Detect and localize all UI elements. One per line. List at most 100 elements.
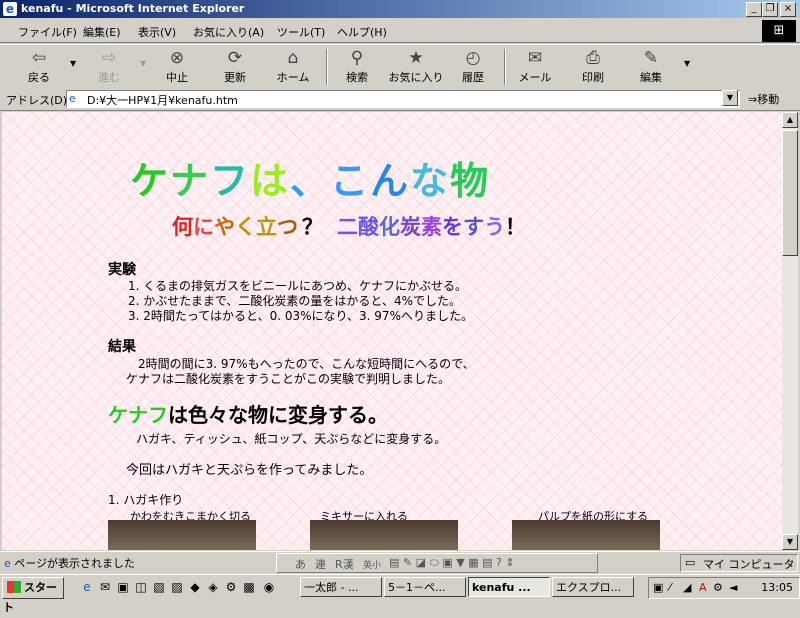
app-quicklaunch-icon[interactable]: ▣	[116, 580, 130, 594]
page-subheading: 何にやく立つ何にやく立つ？二酸化炭素をすう二酸化炭素をすう！	[172, 211, 526, 241]
this-time-line: 今回はハガキと天ぷらを作ってみました。	[126, 463, 373, 478]
stop-icon: ⊗	[169, 48, 185, 68]
menu-edit[interactable]: 編集(E)	[83, 24, 121, 40]
app-quicklaunch-icon[interactable]: ▧	[152, 580, 166, 594]
page-done-icon: e	[4, 557, 11, 570]
status-bar: e ページが表示されました あ 連 R漢 英小 ▤ ✎ ◪ ⬭ ▣ ▼ ▦ ▤ …	[0, 551, 800, 574]
scroll-down-icon[interactable]: ▼	[782, 534, 798, 550]
forward-arrow-icon: ⇨	[101, 48, 117, 68]
search-button[interactable]: ⚲ 検索	[332, 47, 382, 87]
maximize-button[interactable]: ❐	[762, 2, 778, 17]
history-icon: ◴	[465, 48, 481, 68]
menu-file[interactable]: ファイル(F)	[18, 24, 77, 40]
taskbar: スタート e ✉ ▣ ◫ ▧ ▨ ◆ ◈ ⚙ ▩ ◉ 一太郎 - ... 5－1…	[0, 574, 800, 614]
taskbar-item[interactable]: 5－1－ペ...	[384, 577, 466, 597]
back-dropdown-icon[interactable]: ▼	[70, 59, 76, 68]
transform-heading: ケナフは色々な物に変身する。	[108, 399, 388, 428]
tray-icon[interactable]: ▣	[653, 581, 663, 594]
close-button[interactable]: ×	[780, 2, 796, 17]
page-content: ケナフは、こんな物ケナフは、こんな物 何にやく立つ何にやく立つ？二酸化炭素をすう…	[2, 112, 782, 550]
title-bar[interactable]: e kenafu - Microsoft Internet Explorer _…	[0, 0, 800, 18]
ie-icon: e	[3, 2, 17, 16]
ime-mode-hiragana[interactable]: あ	[295, 556, 306, 572]
toolbar-separator	[326, 49, 328, 85]
forward-button[interactable]: ⇨ 進む	[84, 47, 134, 87]
result-title: 結果	[108, 339, 136, 355]
menu-help[interactable]: ヘルプ(H)	[337, 24, 387, 40]
photo-cutting-bark	[108, 520, 256, 550]
menu-view[interactable]: 表示(V)	[138, 24, 176, 40]
app-quicklaunch-icon[interactable]: ▩	[242, 580, 256, 594]
speaker-icon[interactable]: ◄	[729, 581, 737, 594]
kenafu-word: ケナフ	[108, 403, 168, 427]
tray-icon[interactable]: ◢	[683, 581, 691, 594]
explorer-quicklaunch-icon[interactable]: ◫	[134, 580, 148, 594]
subheading-question: ？	[302, 214, 323, 239]
subheading-exclamation: ！	[505, 214, 526, 239]
photo-mixer	[310, 520, 458, 550]
ime-mode-eng[interactable]: 英小	[363, 558, 381, 571]
tray-icon[interactable]: A	[699, 581, 707, 594]
computer-icon: ▭	[685, 556, 696, 569]
search-icon: ⚲	[350, 48, 364, 68]
window-title: kenafu - Microsoft Internet Explorer	[21, 2, 245, 15]
system-tray: ▣ ⁄ ◢ A ⚙ ◄ 13:05	[648, 577, 800, 599]
app-quicklaunch-icon[interactable]: ▨	[170, 580, 184, 594]
app-quicklaunch-icon[interactable]: ◈	[206, 580, 220, 594]
start-button[interactable]: スタート	[2, 577, 64, 614]
edit-icon: ✎	[643, 48, 659, 68]
subheading-part2-styled: 二酸化炭素をすう	[337, 214, 505, 239]
photo-pulp	[512, 520, 660, 550]
taskbar-item[interactable]: エクスプロ...	[552, 577, 634, 597]
forward-dropdown-icon[interactable]: ▼	[140, 59, 146, 68]
page-heading: ケナフは、こんな物ケナフは、こんな物	[130, 150, 490, 205]
minimize-button[interactable]: _	[746, 2, 762, 17]
app-quicklaunch-icon[interactable]: ⚙	[224, 580, 238, 594]
taskbar-item-active[interactable]: kenafu ...	[468, 577, 550, 597]
mail-icon: ✉	[527, 48, 543, 68]
scroll-thumb[interactable]	[782, 130, 798, 256]
home-icon: ⌂	[287, 48, 299, 68]
history-button[interactable]: ◴ 履歴	[448, 47, 498, 87]
address-label: アドレス(D)	[6, 94, 68, 107]
address-dropdown-icon[interactable]: ▼	[722, 90, 738, 106]
mail-button[interactable]: ✉ メール	[510, 47, 560, 87]
edit-button[interactable]: ✎ 編集	[626, 47, 676, 87]
status-text: e ページが表示されました	[4, 557, 136, 570]
result-line: ケナフは二酸化炭素をすうことがこの実験で判明しました。	[126, 372, 451, 386]
transform-heading-rest: は色々な物に変身する。	[168, 403, 388, 427]
vertical-scrollbar[interactable]: ▲ ▼	[782, 112, 798, 550]
tray-icon[interactable]: ⚙	[713, 581, 723, 594]
menu-favorites[interactable]: お気に入り(A)	[193, 24, 264, 40]
windows-flag-icon	[7, 581, 21, 593]
menu-tools[interactable]: ツール(T)	[277, 24, 325, 40]
back-arrow-icon: ⇦	[31, 48, 47, 68]
ime-mode-ren[interactable]: 連	[315, 556, 326, 572]
home-button[interactable]: ⌂ ホーム	[268, 47, 318, 87]
printer-icon: ⎙	[586, 48, 600, 68]
edit-dropdown-icon[interactable]: ▼	[684, 59, 690, 68]
print-button[interactable]: ⎙ 印刷	[568, 47, 618, 87]
ime-mode-romaji[interactable]: R漢	[335, 556, 354, 572]
stop-button[interactable]: ⊗ 中止	[152, 47, 202, 87]
address-input[interactable]: e D:¥大一HP¥1月¥kenafu.htm	[66, 90, 740, 108]
menu-bar: ファイル(F) 編集(E) 表示(V) お気に入り(A) ツール(T) ヘルプ(…	[0, 19, 800, 43]
ie-quicklaunch-icon[interactable]: e	[80, 580, 94, 594]
app-quicklaunch-icon[interactable]: ◉	[262, 580, 276, 594]
toolbar: ⇦ 戻る ▼ ⇨ 進む ▼ ⊗ 中止 ⟳ 更新 ⌂ ホーム ⚲ 検索 ★ お気に…	[0, 44, 800, 89]
page-icon: e	[69, 92, 76, 105]
outlook-quicklaunch-icon[interactable]: ✉	[98, 580, 112, 594]
address-value[interactable]: D:¥大一HP¥1月¥kenafu.htm	[87, 92, 238, 108]
go-button[interactable]: ⇒移動	[748, 91, 779, 107]
experiment-title: 実験	[108, 262, 136, 278]
favorites-button[interactable]: ★ お気に入り	[388, 47, 444, 87]
scroll-up-icon[interactable]: ▲	[782, 112, 798, 128]
taskbar-item[interactable]: 一太郎 - ...	[300, 577, 382, 597]
tray-icon[interactable]: ⁄	[669, 581, 671, 594]
app-quicklaunch-icon[interactable]: ◆	[188, 580, 202, 594]
ime-tools-icon[interactable]: ▤ ✎ ◪ ⬭ ▣ ▼ ▦ ▤ ? ⇕	[389, 556, 515, 570]
security-zone: ▭ マイ コンピュータ	[680, 554, 798, 572]
refresh-button[interactable]: ⟳ 更新	[210, 47, 260, 87]
back-button[interactable]: ⇦ 戻る	[14, 47, 64, 87]
subheading-part1-styled: 何にやく立つ	[172, 214, 298, 239]
